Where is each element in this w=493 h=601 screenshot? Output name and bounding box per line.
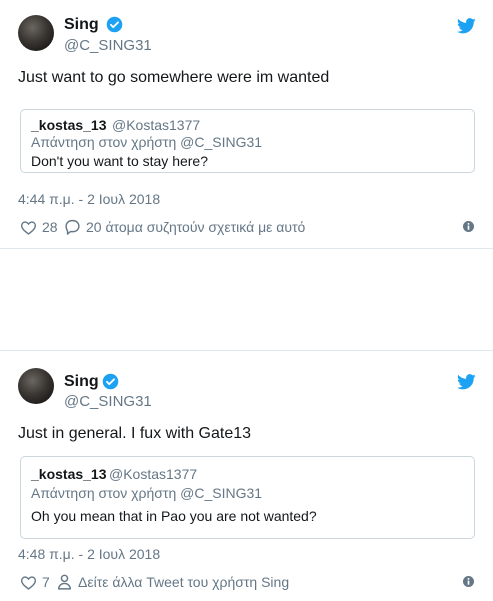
info-icon[interactable]: [463, 576, 474, 587]
view-more-tweets-link[interactable]: Δείτε άλλα Tweet του χρήστη Sing: [57, 574, 289, 590]
author-name[interactable]: Sing: [64, 16, 99, 34]
quote-author-handle: @Kostas1377: [112, 117, 201, 133]
quoted-tweet[interactable]: _kostas_13 @Kostas1377 Απάντηση στον χρή…: [20, 109, 475, 173]
quote-reply-to: Απάντηση στον χρήστη @C_SING31: [31, 134, 263, 150]
avatar[interactable]: [18, 15, 54, 51]
like-button[interactable]: 28: [20, 219, 58, 235]
quote-reply-to: Απάντηση στον χρήστη @C_SING31: [31, 485, 263, 501]
quote-author-name: _kostas_13: [31, 466, 107, 482]
quoted-tweet[interactable]: _kostas_13 @Kostas1377 Απάντηση στον χρή…: [20, 456, 475, 539]
comment-icon: [65, 219, 80, 235]
quote-text: Don't you want to stay here?: [31, 153, 208, 169]
verified-badge-icon: [106, 16, 123, 33]
person-icon: [57, 574, 72, 590]
quote-author-name: _kostas_13: [31, 117, 107, 133]
author-handle[interactable]: @C_SING31: [64, 37, 152, 54]
conversation-count-text: 20 άτομα συζητούν σχετικά με αυτό: [86, 219, 306, 235]
author-handle[interactable]: @C_SING31: [64, 393, 152, 410]
info-icon[interactable]: [463, 221, 474, 232]
quote-text: Oh you mean that in Pao you are not want…: [31, 508, 317, 524]
tweet-timestamp[interactable]: 4:44 π.μ. - 2 Ιουλ 2018: [18, 191, 160, 207]
like-count: 28: [42, 219, 58, 235]
avatar[interactable]: [18, 368, 54, 404]
heart-icon: [20, 575, 37, 590]
tweet-text: Just want to go somewhere were im wanted: [18, 69, 330, 86]
like-count: 7: [42, 574, 50, 590]
twitter-bird-icon[interactable]: [457, 374, 476, 390]
view-more-tweets-text: Δείτε άλλα Tweet του χρήστη Sing: [78, 574, 290, 590]
twitter-bird-icon[interactable]: [457, 18, 476, 34]
verified-badge-icon: [102, 373, 119, 390]
conversation-link[interactable]: 20 άτομα συζητούν σχετικά με αυτό: [64, 219, 305, 235]
tweet-timestamp[interactable]: 4:48 π.μ. - 2 Ιουλ 2018: [18, 546, 160, 562]
author-name[interactable]: Sing: [64, 373, 99, 391]
tweet-card[interactable]: Sing @C_SING31 Just want to go somewhere…: [0, 0, 493, 249]
heart-icon: [20, 220, 37, 235]
quote-author-handle: @Kostas1377: [109, 466, 198, 482]
like-button[interactable]: 7: [20, 574, 50, 590]
tweet-card[interactable]: Sing @C_SING31 Just in general. I fux wi…: [0, 350, 493, 601]
tweet-text: Just in general. I fux with Gate13: [18, 425, 252, 442]
